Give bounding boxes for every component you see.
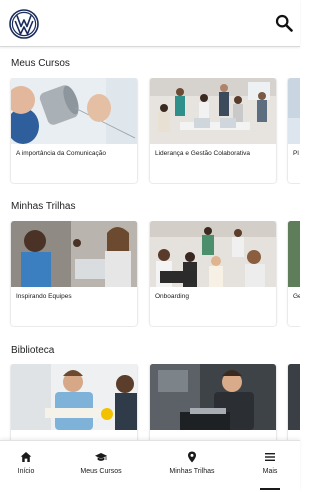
library-thumbnail bbox=[150, 364, 276, 430]
trail-card[interactable]: Onboarding bbox=[150, 221, 276, 326]
carousel-meus-cursos[interactable]: A importância da Comunicação Liderança e… bbox=[0, 78, 300, 184]
menu-icon bbox=[265, 453, 275, 461]
bottom-navigation: Início Meus Cursos Minhas Trilhas Mais bbox=[0, 440, 300, 492]
search-icon[interactable] bbox=[275, 14, 293, 32]
trail-card[interactable]: Inspirando Equipes bbox=[11, 221, 137, 326]
trail-thumbnail bbox=[150, 221, 276, 287]
trail-card-label: Inspirando Equipes bbox=[16, 293, 72, 300]
active-tab-indicator bbox=[260, 488, 280, 490]
trail-card-label: Onboarding bbox=[155, 293, 189, 300]
course-thumbnail bbox=[11, 78, 137, 144]
course-thumbnail bbox=[150, 78, 276, 144]
section-title-meus-cursos: Meus Cursos bbox=[11, 58, 70, 69]
section-title-biblioteca: Biblioteca bbox=[11, 345, 55, 356]
course-card[interactable]: A importância da Comunicação bbox=[11, 78, 137, 183]
section-title-minhas-trilhas: Minhas Trilhas bbox=[11, 201, 76, 212]
nav-item-mais[interactable]: Mais bbox=[256, 451, 284, 487]
map-pin-icon bbox=[188, 451, 196, 463]
nav-label: Mais bbox=[262, 468, 278, 475]
library-thumbnail bbox=[11, 364, 137, 430]
home-icon bbox=[20, 452, 32, 462]
library-thumbnail bbox=[288, 364, 300, 430]
nav-item-inicio[interactable]: Início bbox=[6, 451, 46, 487]
course-card[interactable]: Liderança e Gestão Colaborativa bbox=[150, 78, 276, 183]
course-card-label: Liderança e Gestão Colaborativa bbox=[155, 150, 251, 157]
nav-label: Início bbox=[17, 468, 35, 475]
top-app-bar bbox=[0, 0, 300, 47]
course-card-label: A importância da Comunicação bbox=[16, 150, 106, 157]
vw-logo-icon[interactable] bbox=[9, 9, 39, 39]
trail-thumbnail bbox=[11, 221, 137, 287]
graduation-cap-icon bbox=[95, 453, 107, 461]
carousel-minhas-trilhas[interactable]: Inspirando Equipes Onboarding Ge bbox=[0, 221, 300, 327]
trail-card[interactable]: Ge bbox=[288, 221, 300, 326]
course-card-label: Pl bbox=[293, 150, 299, 157]
nav-item-minhas-trilhas[interactable]: Minhas Trilhas bbox=[160, 451, 224, 487]
nav-label: Meus Cursos bbox=[80, 468, 122, 475]
course-thumbnail bbox=[288, 78, 300, 144]
nav-item-meus-cursos[interactable]: Meus Cursos bbox=[72, 451, 130, 487]
trail-card-label: Ge bbox=[293, 293, 300, 300]
nav-label: Minhas Trilhas bbox=[169, 468, 215, 475]
course-card[interactable]: Pl bbox=[288, 78, 300, 183]
trail-thumbnail bbox=[288, 221, 300, 287]
